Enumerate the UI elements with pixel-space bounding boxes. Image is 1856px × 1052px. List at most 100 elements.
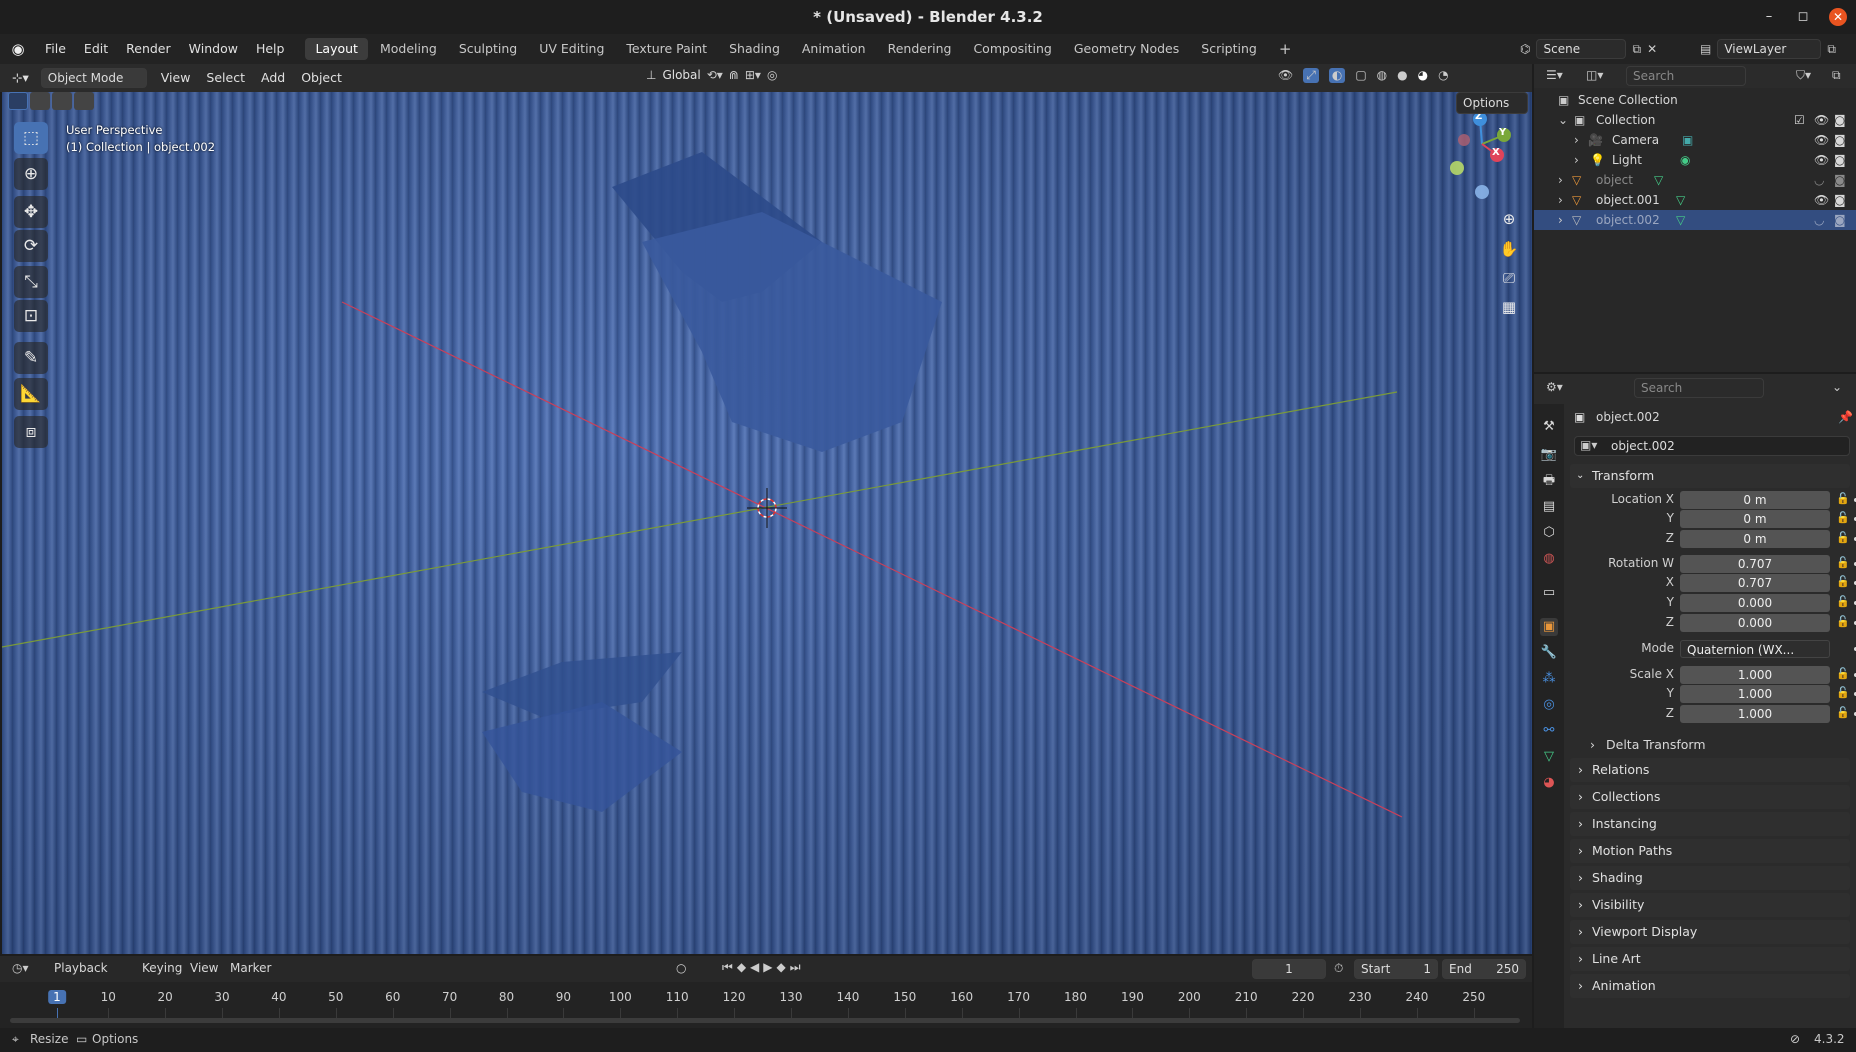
blender-logo-icon[interactable]: ◉ xyxy=(0,40,36,58)
scale-y-field[interactable]: 1.000 xyxy=(1680,685,1830,703)
minimize-button[interactable]: – xyxy=(1760,8,1778,26)
xray-icon[interactable]: ▢ xyxy=(1355,68,1366,83)
lock-icon[interactable]: 🔓 xyxy=(1836,706,1850,719)
zoom-icon[interactable]: ⊕ xyxy=(1496,206,1522,232)
transform-panel-header[interactable]: ⌄ Transform xyxy=(1570,464,1850,488)
chevron-right-icon[interactable]: › xyxy=(1574,150,1579,170)
ortho-grid-icon[interactable]: ▦ xyxy=(1496,294,1522,320)
new-view-layer-icon[interactable]: ⧉ xyxy=(1827,42,1836,57)
solid-shading-icon[interactable]: ● xyxy=(1397,68,1407,83)
render-camera-icon[interactable]: ◙ xyxy=(1834,170,1846,190)
menu-help[interactable]: Help xyxy=(247,34,294,64)
filter-icon[interactable]: ⛉▾ xyxy=(1796,68,1811,83)
lock-icon[interactable]: 🔓 xyxy=(1836,492,1850,505)
view-layer-tab-icon[interactable]: ▤ xyxy=(1540,498,1558,516)
rotation-x-field[interactable]: 0.707 xyxy=(1680,574,1830,592)
delete-scene-icon[interactable]: ✕ xyxy=(1647,42,1657,56)
tab-layout[interactable]: Layout xyxy=(305,38,368,60)
mesh-data-icon[interactable]: ▽ xyxy=(1676,210,1685,230)
location-y-field[interactable]: 0 m xyxy=(1680,510,1830,528)
panel-collections[interactable]: › Collections xyxy=(1570,785,1850,809)
panel-instancing[interactable]: › Instancing xyxy=(1570,812,1850,836)
lock-icon[interactable]: 🔓 xyxy=(1836,556,1850,569)
visibility-icon[interactable]: 👁 xyxy=(1278,68,1293,83)
lock-icon[interactable]: 🔓 xyxy=(1836,686,1850,699)
view-layer-field[interactable]: ViewLayer xyxy=(1717,39,1822,59)
world-tab-icon[interactable]: ◍ xyxy=(1540,550,1558,568)
render-camera-icon[interactable]: ◙ xyxy=(1834,110,1846,130)
add-cube-tool-icon[interactable]: ⧈ xyxy=(14,416,48,448)
scale-x-field[interactable]: 1.000 xyxy=(1680,666,1830,684)
rotation-y-field[interactable]: 0.000 xyxy=(1680,594,1830,612)
lock-icon[interactable]: 🔓 xyxy=(1836,667,1850,680)
tab-sculpting[interactable]: Sculpting xyxy=(449,38,527,60)
menu-file[interactable]: File xyxy=(36,34,75,64)
object-browse-icon[interactable]: ▣▾ xyxy=(1580,438,1597,452)
light-data-icon[interactable]: ◉ xyxy=(1680,150,1690,170)
tab-uv-editing[interactable]: UV Editing xyxy=(529,38,614,60)
lock-icon[interactable]: 🔓 xyxy=(1836,511,1850,524)
orientation-icon[interactable]: ⊥ xyxy=(646,68,656,82)
render-camera-icon[interactable]: ◙ xyxy=(1834,150,1846,170)
editor-type-icon[interactable]: ⊹▾ xyxy=(0,64,37,92)
menu-window[interactable]: Window xyxy=(180,34,247,64)
tool-tab-icon[interactable]: ⚒ xyxy=(1540,418,1558,436)
transform-tool-icon[interactable]: ⊡ xyxy=(14,300,48,332)
annotate-tool-icon[interactable]: ✎ xyxy=(14,342,48,374)
tab-compositing[interactable]: Compositing xyxy=(963,38,1061,60)
rendered-shading-icon[interactable]: ◔ xyxy=(1438,68,1448,83)
new-collection-icon[interactable]: ⧉ xyxy=(1832,68,1841,83)
eye-icon[interactable]: 👁 xyxy=(1814,110,1829,130)
delta-transform-subpanel[interactable]: › Delta Transform xyxy=(1584,734,1850,756)
3d-viewport[interactable]: Z Y X User Perspective (1) Collection | … xyxy=(2,92,1532,954)
select-intersect-icon[interactable] xyxy=(74,92,94,110)
pivot-icon[interactable]: ⟲▾ xyxy=(707,68,723,82)
eye-closed-icon[interactable]: ◡ xyxy=(1814,170,1824,190)
location-z-field[interactable]: 0 m xyxy=(1680,530,1830,548)
lock-icon[interactable]: 🔓 xyxy=(1836,615,1850,628)
eye-icon[interactable]: 👁 xyxy=(1814,130,1829,150)
tab-geometry-nodes[interactable]: Geometry Nodes xyxy=(1064,38,1189,60)
tab-animation[interactable]: Animation xyxy=(792,38,876,60)
menu-view[interactable]: View xyxy=(153,64,199,92)
data-tab-icon[interactable]: ▽ xyxy=(1540,748,1558,766)
render-camera-icon[interactable]: ◙ xyxy=(1834,130,1846,150)
constraints-tab-icon[interactable]: ⚯ xyxy=(1540,722,1558,740)
proportional-edit-icon[interactable]: ◎ xyxy=(767,68,777,82)
menu-add[interactable]: Add xyxy=(253,64,293,92)
pan-hand-icon[interactable]: ✋ xyxy=(1496,236,1522,262)
outliner-row-scene-collection[interactable]: ▣ Scene Collection xyxy=(1534,90,1856,110)
outliner-search-input[interactable]: Search xyxy=(1626,66,1746,86)
material-shading-icon[interactable]: ◕ xyxy=(1418,68,1428,83)
panel-motion-paths[interactable]: › Motion Paths xyxy=(1570,839,1850,863)
menu-render[interactable]: Render xyxy=(117,34,180,64)
new-scene-icon[interactable]: ⧉ xyxy=(1632,42,1641,57)
object-tab-icon[interactable]: ▣ xyxy=(1540,618,1558,636)
gizmo-toggle-icon[interactable]: ⤢ xyxy=(1303,68,1319,83)
physics-tab-icon[interactable]: ◎ xyxy=(1540,696,1558,714)
eye-icon[interactable]: 👁 xyxy=(1814,190,1829,210)
modifier-tab-icon[interactable]: 🔧 xyxy=(1540,644,1558,662)
scene-tab-icon[interactable]: ⬡ xyxy=(1540,524,1558,542)
mesh-data-icon[interactable]: ▽ xyxy=(1676,190,1685,210)
menu-object[interactable]: Object xyxy=(293,64,350,92)
chevron-down-icon[interactable]: ⌄ xyxy=(1832,380,1842,394)
orientation-dropdown[interactable]: Global xyxy=(662,68,700,82)
chevron-down-icon[interactable]: ⌄ xyxy=(1558,110,1568,130)
outliner-row-object-001[interactable]: › ▽ object.001 ▽ 👁 ◙ xyxy=(1534,190,1856,210)
properties-search-input[interactable]: Search xyxy=(1634,378,1764,398)
camera-data-icon[interactable]: ▣ xyxy=(1682,130,1693,150)
tab-shading[interactable]: Shading xyxy=(719,38,790,60)
3d-cursor-icon[interactable] xyxy=(747,488,787,528)
chevron-right-icon[interactable]: › xyxy=(1574,130,1579,150)
navigation-gizmo[interactable] xyxy=(1450,112,1511,199)
rotation-w-field[interactable]: 0.707 xyxy=(1680,555,1830,573)
collection-tab-icon[interactable]: ▭ xyxy=(1540,584,1558,602)
lock-icon[interactable]: 🔓 xyxy=(1836,575,1850,588)
close-button[interactable]: ✕ xyxy=(1829,8,1847,26)
scene-icon[interactable]: ⌬ xyxy=(1520,42,1530,56)
tab-scripting[interactable]: Scripting xyxy=(1191,38,1267,60)
overlay-toggle-icon[interactable]: ◐ xyxy=(1328,68,1346,83)
output-tab-icon[interactable]: 🖶 xyxy=(1540,472,1558,490)
timeline-scrollbar[interactable] xyxy=(10,1018,1520,1023)
